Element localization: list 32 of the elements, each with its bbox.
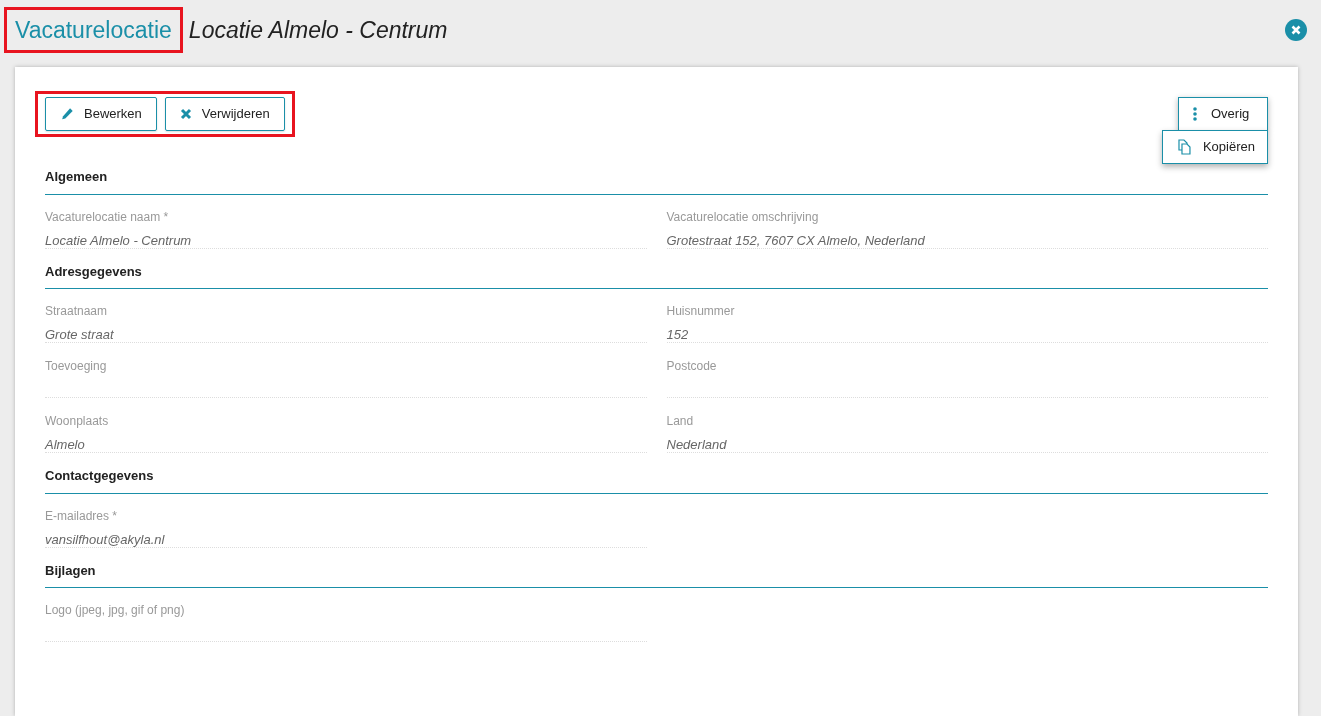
field-value: Locatie Almelo - Centrum (45, 231, 193, 250)
field-value: Almelo (45, 436, 86, 454)
action-button[interactable]: Verwijderen (164, 97, 285, 131)
field-label: Huisnummer (666, 303, 736, 320)
field-label: Postcode (666, 358, 718, 375)
field-value: vansilfhout@akyla.nl (45, 530, 166, 549)
field-value: 152 (666, 326, 690, 344)
page-title: Locatie Almelo - Centrum (188, 15, 448, 45)
field-label: Woonplaats (45, 413, 110, 430)
copy-icon (1175, 139, 1193, 155)
section-header: Contactgegevens (45, 466, 1268, 494)
field-label: Vacaturelocatie omschrijving (666, 208, 820, 226)
menu-item[interactable]: Kopiëren (1163, 131, 1267, 163)
field-label: E-mailadres * (45, 507, 119, 525)
action-button[interactable]: Bewerken (45, 97, 157, 131)
kebab-icon (1193, 107, 1197, 121)
close-button[interactable] (1285, 19, 1307, 41)
field-label: Land (666, 413, 695, 430)
field-value: Grote straat (45, 326, 115, 344)
field-label: Vacaturelocatie naam * (45, 208, 170, 226)
field-label: Straatnaam (45, 303, 109, 320)
field-label: Toevoeging (45, 358, 108, 375)
close-icon (1291, 25, 1301, 35)
section-header: Bijlagen (45, 560, 1268, 588)
field-label: Logo (jpeg, jpg, gif of png) (45, 602, 186, 619)
field-value: Grotestraat 152, 7607 CX Almelo, Nederland (666, 231, 926, 250)
close-icon (179, 108, 192, 120)
field-value: Nederland (666, 436, 728, 454)
pencil-icon (60, 107, 74, 121)
more-button[interactable]: Overig (1178, 97, 1268, 131)
section-header: Algemeen (45, 167, 1268, 195)
section-header: Adresgegevens (45, 261, 1268, 289)
